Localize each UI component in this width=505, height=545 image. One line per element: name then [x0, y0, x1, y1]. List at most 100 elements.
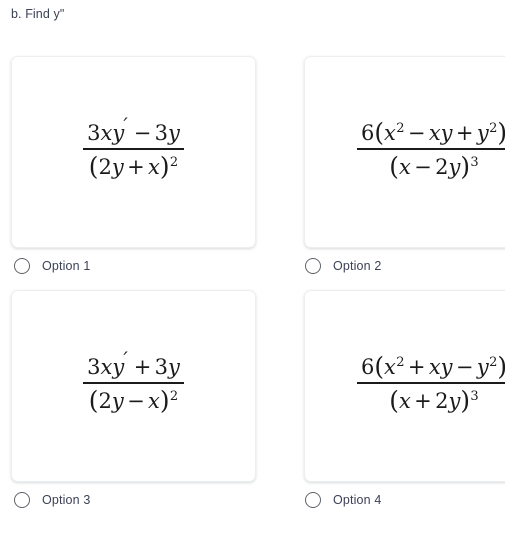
option-cell-3: 3xy′ +3y (2y − x)2 Option 3 [11, 290, 267, 511]
numerator-term2-var1: x [428, 355, 441, 380]
denominator-var-x: x [398, 154, 411, 179]
denominator-coefficient: 2 [435, 154, 449, 179]
denominator-operator: − [414, 154, 432, 179]
option-1-radio-row[interactable]: Option 1 [14, 255, 267, 277]
numerator-term2-var1: x [428, 121, 441, 146]
numerator-close-paren: ) [497, 118, 505, 147]
numerator-term3-var: y [476, 355, 489, 380]
numerator-operator-1: + [407, 355, 426, 380]
fraction-denominator: (2y − x)2 [83, 384, 184, 413]
denominator-open-paren: ( [389, 151, 399, 181]
denominator-exponent: 2 [169, 154, 179, 170]
numerator-term2-var2: y [440, 121, 453, 146]
option-2-radio-row[interactable]: Option 2 [305, 255, 505, 277]
radio-button-icon-option-1[interactable] [14, 258, 30, 274]
radio-button-icon-option-4[interactable] [305, 492, 321, 508]
fraction-denominator: (2y + x)2 [83, 150, 184, 179]
fraction-denominator: (x +2y)3 [357, 384, 505, 413]
option-3-radio-row[interactable]: Option 3 [14, 489, 267, 511]
numerator-term1-exponent: 2 [396, 121, 405, 137]
numerator-var-x: x [100, 355, 113, 380]
numerator-operator: − [133, 121, 152, 146]
answer-options-grid: 3xy′ −3y (2y + x)2 Option 1 6(x2− xy + y… [0, 56, 505, 511]
fraction-numerator: 6(x2−xy+y2) [357, 118, 505, 148]
denominator-exponent: 2 [169, 388, 179, 404]
denominator-var-x: x [148, 154, 160, 179]
options-row-1: 3xy′ −3y (2y + x)2 Option 1 6(x2− xy + y… [0, 56, 505, 277]
denominator-operator: + [414, 388, 432, 413]
numerator-var-x: x [100, 121, 113, 146]
question-prompt: b. Find y" [11, 7, 65, 21]
option-3-formula: 3xy′ +3y (2y − x)2 [83, 350, 184, 413]
denominator-close-paren: ) [159, 151, 170, 181]
numerator-operator-2: − [455, 355, 474, 380]
denominator-close-paren: ) [159, 385, 170, 415]
fraction: 3xy′ −3y (2y + x)2 [83, 116, 184, 179]
denominator-open-paren: ( [389, 385, 399, 415]
denominator-var-y: y [111, 388, 124, 413]
option-card-2[interactable]: 6(x2−xy+y2) (x−2y)3 [304, 56, 505, 248]
numerator-prime: ′ [123, 348, 128, 372]
numerator-coefficient: 3 [87, 355, 101, 380]
fraction-numerator: 6(x2+xy−y2) [357, 352, 505, 382]
fraction-numerator: 3xy′ +3y [83, 350, 184, 382]
fraction: 6(x2−xy+y2) (x−2y)3 [356, 118, 505, 179]
numerator-operator: + [133, 355, 152, 380]
denominator-coefficient: 2 [435, 388, 449, 413]
denominator-exponent: 3 [470, 154, 479, 170]
fraction-denominator: (x −2y)3 [357, 150, 505, 179]
numerator-coefficient: 6 [360, 355, 375, 380]
numerator-term2-var: y [168, 121, 180, 146]
numerator-term3-var: y [476, 121, 489, 146]
option-4-radio-row[interactable]: Option 4 [305, 489, 505, 511]
numerator-close-paren: ) [497, 352, 505, 381]
numerator-coefficient: 6 [360, 121, 375, 146]
option-2-label[interactable]: Option 2 [333, 258, 381, 274]
numerator-operator-2: + [455, 121, 474, 146]
numerator-open-paren: ( [374, 352, 384, 382]
option-4-label[interactable]: Option 4 [333, 492, 381, 508]
denominator-exponent: 3 [470, 388, 479, 404]
denominator-close-paren: ) [460, 151, 471, 181]
numerator-open-paren: ( [374, 118, 384, 148]
denominator-var-x: x [398, 388, 411, 413]
radio-button-icon-option-3[interactable] [14, 492, 30, 508]
numerator-term1-var: x [383, 355, 396, 380]
denominator-open-paren: ( [88, 385, 99, 415]
option-card-1[interactable]: 3xy′ −3y (2y + x)2 [11, 56, 256, 248]
option-4-formula: 6(x2+xy−y2) (x+2y)3 [356, 352, 505, 413]
denominator-operator: + [127, 154, 145, 179]
option-cell-1: 3xy′ −3y (2y + x)2 Option 1 [11, 56, 267, 277]
option-1-formula: 3xy′ −3y (2y + x)2 [83, 116, 184, 179]
numerator-term1-exponent: 2 [396, 355, 405, 371]
denominator-open-paren: ( [88, 151, 99, 181]
numerator-prime: ′ [123, 114, 128, 138]
denominator-var-y: y [448, 388, 461, 413]
denominator-var-y: y [448, 154, 461, 179]
numerator-term2-coefficient: 3 [154, 121, 169, 146]
numerator-term2-var: y [168, 355, 180, 380]
denominator-var-x: x [148, 388, 160, 413]
option-2-formula: 6(x2−xy+y2) (x−2y)3 [356, 118, 505, 179]
denominator-coefficient: 2 [98, 154, 112, 179]
radio-button-icon-option-2[interactable] [305, 258, 321, 274]
denominator-coefficient: 2 [98, 388, 112, 413]
option-cell-2: 6(x2−xy+y2) (x−2y)3 Option 2 [304, 56, 505, 277]
fraction: 3xy′ +3y (2y − x)2 [83, 350, 184, 413]
option-card-3[interactable]: 3xy′ +3y (2y − x)2 [11, 290, 256, 482]
fraction: 6(x2+xy−y2) (x+2y)3 [356, 352, 505, 413]
option-cell-4: 6(x2+xy−y2) (x+2y)3 Option 4 [304, 290, 505, 511]
option-3-label[interactable]: Option 3 [42, 492, 90, 508]
options-row-2: 3xy′ +3y (2y − x)2 Option 3 6(x2 + xy − … [0, 290, 505, 511]
denominator-var-y: y [111, 154, 124, 179]
numerator-operator-1: − [407, 121, 426, 146]
question-page: b. Find y" 3xy′ −3y (2y + x)2 Option 1 6… [0, 0, 505, 545]
option-card-4[interactable]: 6(x2+xy−y2) (x+2y)3 [304, 290, 505, 482]
fraction-numerator: 3xy′ −3y [83, 116, 184, 148]
numerator-term1-var: x [383, 121, 396, 146]
option-1-label[interactable]: Option 1 [42, 258, 90, 274]
numerator-term2-coefficient: 3 [154, 355, 169, 380]
denominator-close-paren: ) [460, 385, 471, 415]
numerator-term2-var2: y [440, 355, 453, 380]
numerator-coefficient: 3 [87, 121, 101, 146]
